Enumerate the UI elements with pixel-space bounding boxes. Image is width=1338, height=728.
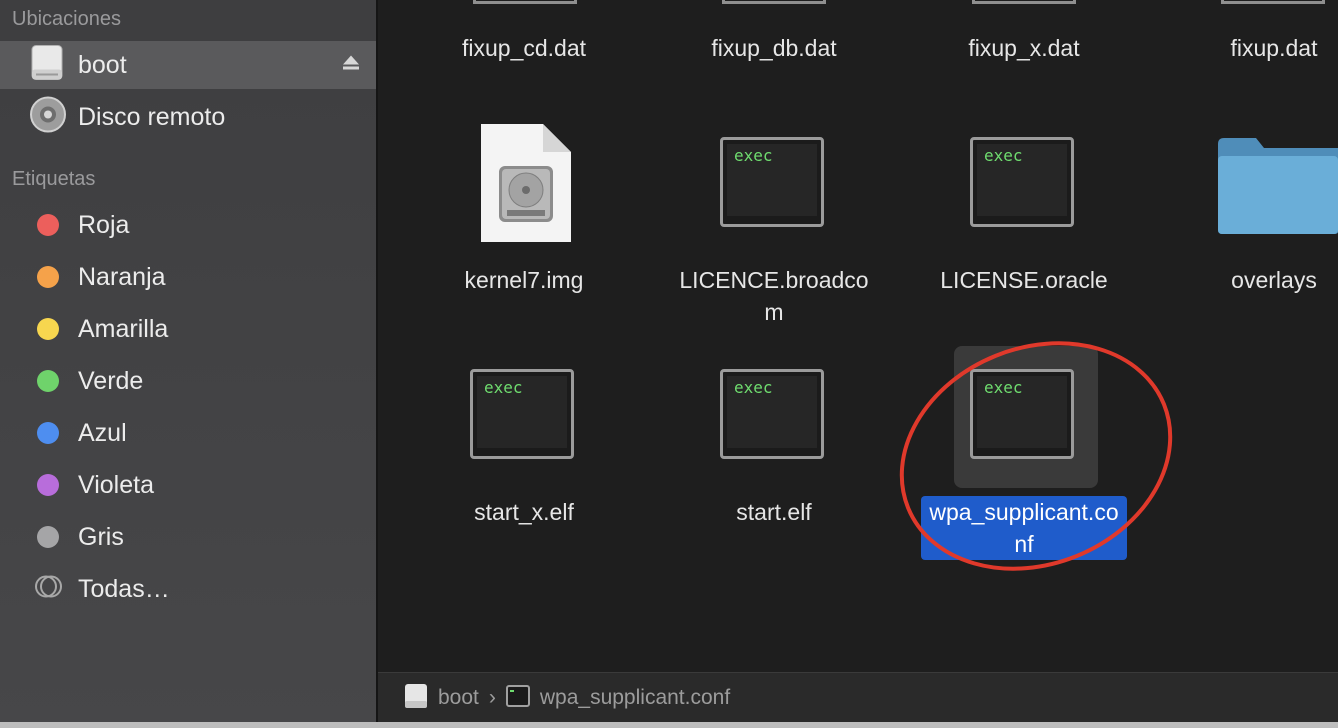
path-separator: › — [488, 686, 496, 709]
path-segment-current[interactable]: wpa_supplicant.conf — [540, 686, 730, 710]
orange-tag-dot-icon — [37, 266, 59, 288]
file-item[interactable]: fixup_cd.dat — [414, 32, 634, 64]
sidebar-item-disco-remoto[interactable]: Disco remoto — [0, 93, 376, 141]
file-item[interactable]: overlays — [1164, 264, 1338, 296]
blue-tag-dot-icon — [37, 422, 59, 444]
sidebar-item-label: Todas… — [78, 574, 170, 603]
sidebar: Ubicaciones boot Disco remoto Etiquetas … — [0, 0, 378, 728]
sidebar-item-label: Gris — [78, 522, 124, 551]
exec-icon — [722, 0, 826, 4]
sidebar-item-label: Azul — [78, 418, 127, 447]
path-bar: boot › wpa_supplicant.conf — [378, 672, 1338, 723]
file-name: start.elf — [736, 499, 812, 525]
folder-icon[interactable] — [1216, 136, 1338, 241]
sidebar-item-label: Amarilla — [78, 314, 169, 343]
sidebar-tag-naranja[interactable]: Naranja — [0, 253, 376, 301]
purple-tag-dot-icon — [37, 474, 59, 496]
file-name: fixup_db.dat — [711, 35, 837, 61]
disk-image-icon[interactable] — [481, 124, 571, 247]
file-item[interactable]: fixup.dat — [1164, 32, 1338, 64]
sidebar-tag-todas[interactable]: Todas… — [0, 565, 376, 613]
tags-header: Etiquetas — [12, 168, 96, 190]
sidebar-item-label: Violeta — [78, 470, 154, 499]
drive-icon — [404, 683, 428, 714]
sidebar-item-label: Roja — [78, 210, 130, 239]
file-item[interactable]: start.elf — [664, 496, 884, 528]
annotation-circle — [899, 341, 1173, 571]
path-segment-root[interactable]: boot — [438, 686, 479, 710]
exec-icon[interactable]: exec — [720, 137, 824, 227]
gray-tag-dot-icon — [37, 526, 59, 548]
exec-icon[interactable]: exec — [970, 137, 1074, 227]
sidebar-tag-gris[interactable]: Gris — [0, 513, 376, 561]
exec-icon[interactable]: exec — [720, 369, 824, 459]
sidebar-item-label: Disco remoto — [78, 102, 226, 131]
exec-file-icon — [505, 684, 530, 712]
file-item[interactable]: start_x.elf — [414, 496, 634, 528]
exec-icon — [972, 0, 1076, 4]
file-item[interactable]: LICENCE.broadcom — [664, 264, 884, 328]
file-name: LICENSE.oracle — [940, 267, 1108, 293]
exec-icon — [1221, 0, 1325, 4]
exec-tag: exec — [734, 378, 773, 397]
file-item[interactable]: fixup_x.dat — [914, 32, 1134, 64]
sidebar-item-boot[interactable]: boot — [0, 41, 376, 89]
file-item[interactable]: LICENSE.oracle — [914, 264, 1134, 296]
all-tags-icon — [34, 575, 64, 604]
file-name: fixup.dat — [1230, 35, 1318, 61]
sidebar-tag-violeta[interactable]: Violeta — [0, 461, 376, 509]
exec-icon[interactable]: exec — [470, 369, 574, 459]
file-name: overlays — [1231, 267, 1317, 293]
red-tag-dot-icon — [37, 214, 59, 236]
exec-tag: exec — [734, 146, 773, 165]
sidebar-item-label: boot — [78, 50, 127, 79]
sidebar-item-label: Verde — [78, 366, 144, 395]
eject-icon[interactable] — [342, 54, 360, 77]
sidebar-tag-amarilla[interactable]: Amarilla — [0, 305, 376, 353]
sidebar-tag-roja[interactable]: Roja — [0, 201, 376, 249]
exec-tag: exec — [484, 378, 523, 397]
file-item[interactable]: fixup_db.dat — [664, 32, 884, 64]
locations-header: Ubicaciones — [12, 8, 121, 30]
disc-icon — [30, 96, 66, 138]
sidebar-tag-azul[interactable]: Azul — [0, 409, 376, 457]
file-name: fixup_x.dat — [968, 35, 1080, 61]
file-name: start_x.elf — [474, 499, 574, 525]
file-name: LICENCE.broadcom — [679, 267, 869, 325]
sidebar-item-label: Naranja — [78, 262, 166, 291]
exec-icon — [473, 0, 577, 4]
file-grid: fixup_cd.dat fixup_db.dat fixup_x.dat fi… — [378, 0, 1338, 672]
window-bottom-edge — [0, 722, 1338, 728]
drive-icon — [30, 45, 64, 86]
exec-tag: exec — [984, 146, 1023, 165]
sidebar-tag-verde[interactable]: Verde — [0, 357, 376, 405]
green-tag-dot-icon — [37, 370, 59, 392]
file-name: fixup_cd.dat — [461, 35, 587, 61]
file-name: kernel7.img — [464, 267, 584, 293]
yellow-tag-dot-icon — [37, 318, 59, 340]
file-item[interactable]: kernel7.img — [414, 264, 634, 296]
